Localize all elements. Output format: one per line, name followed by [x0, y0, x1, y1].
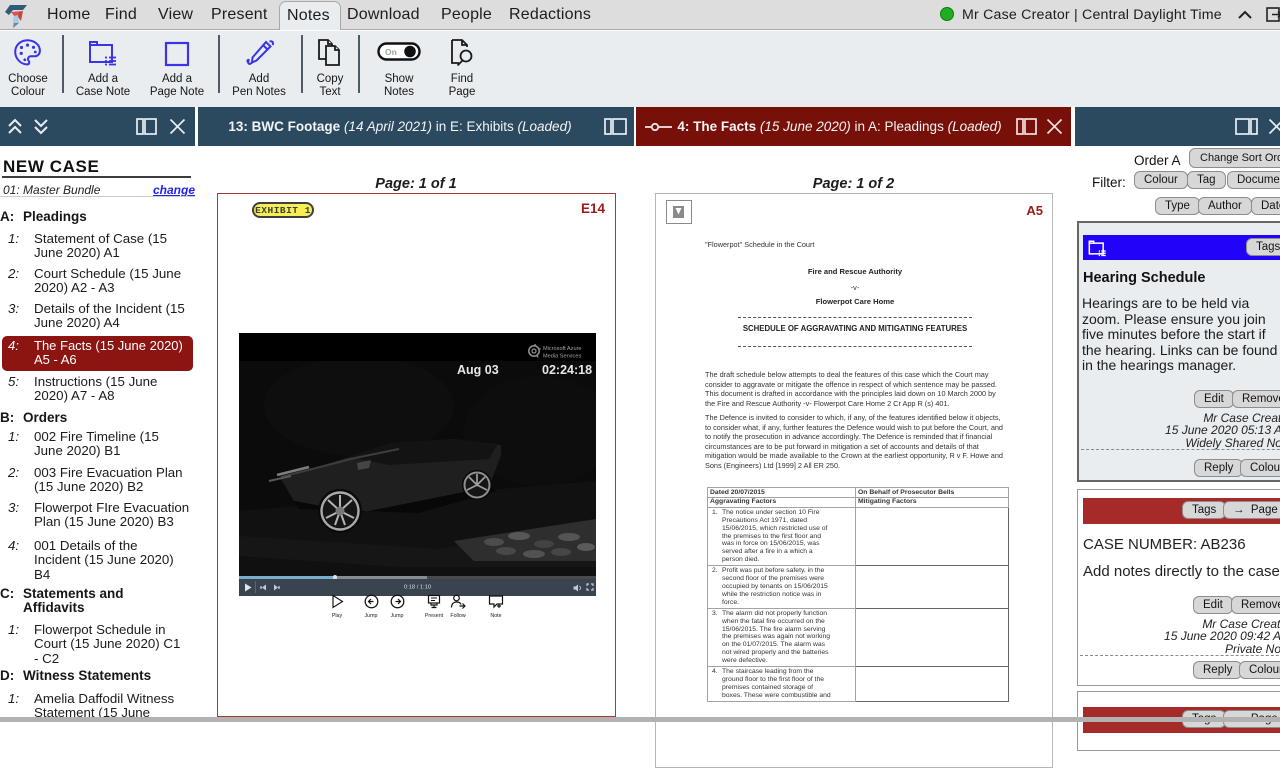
svg-text:Media Services: Media Services — [543, 354, 581, 360]
svg-text:On: On — [385, 47, 397, 57]
svg-text:Microsoft Azure: Microsoft Azure — [543, 346, 582, 352]
